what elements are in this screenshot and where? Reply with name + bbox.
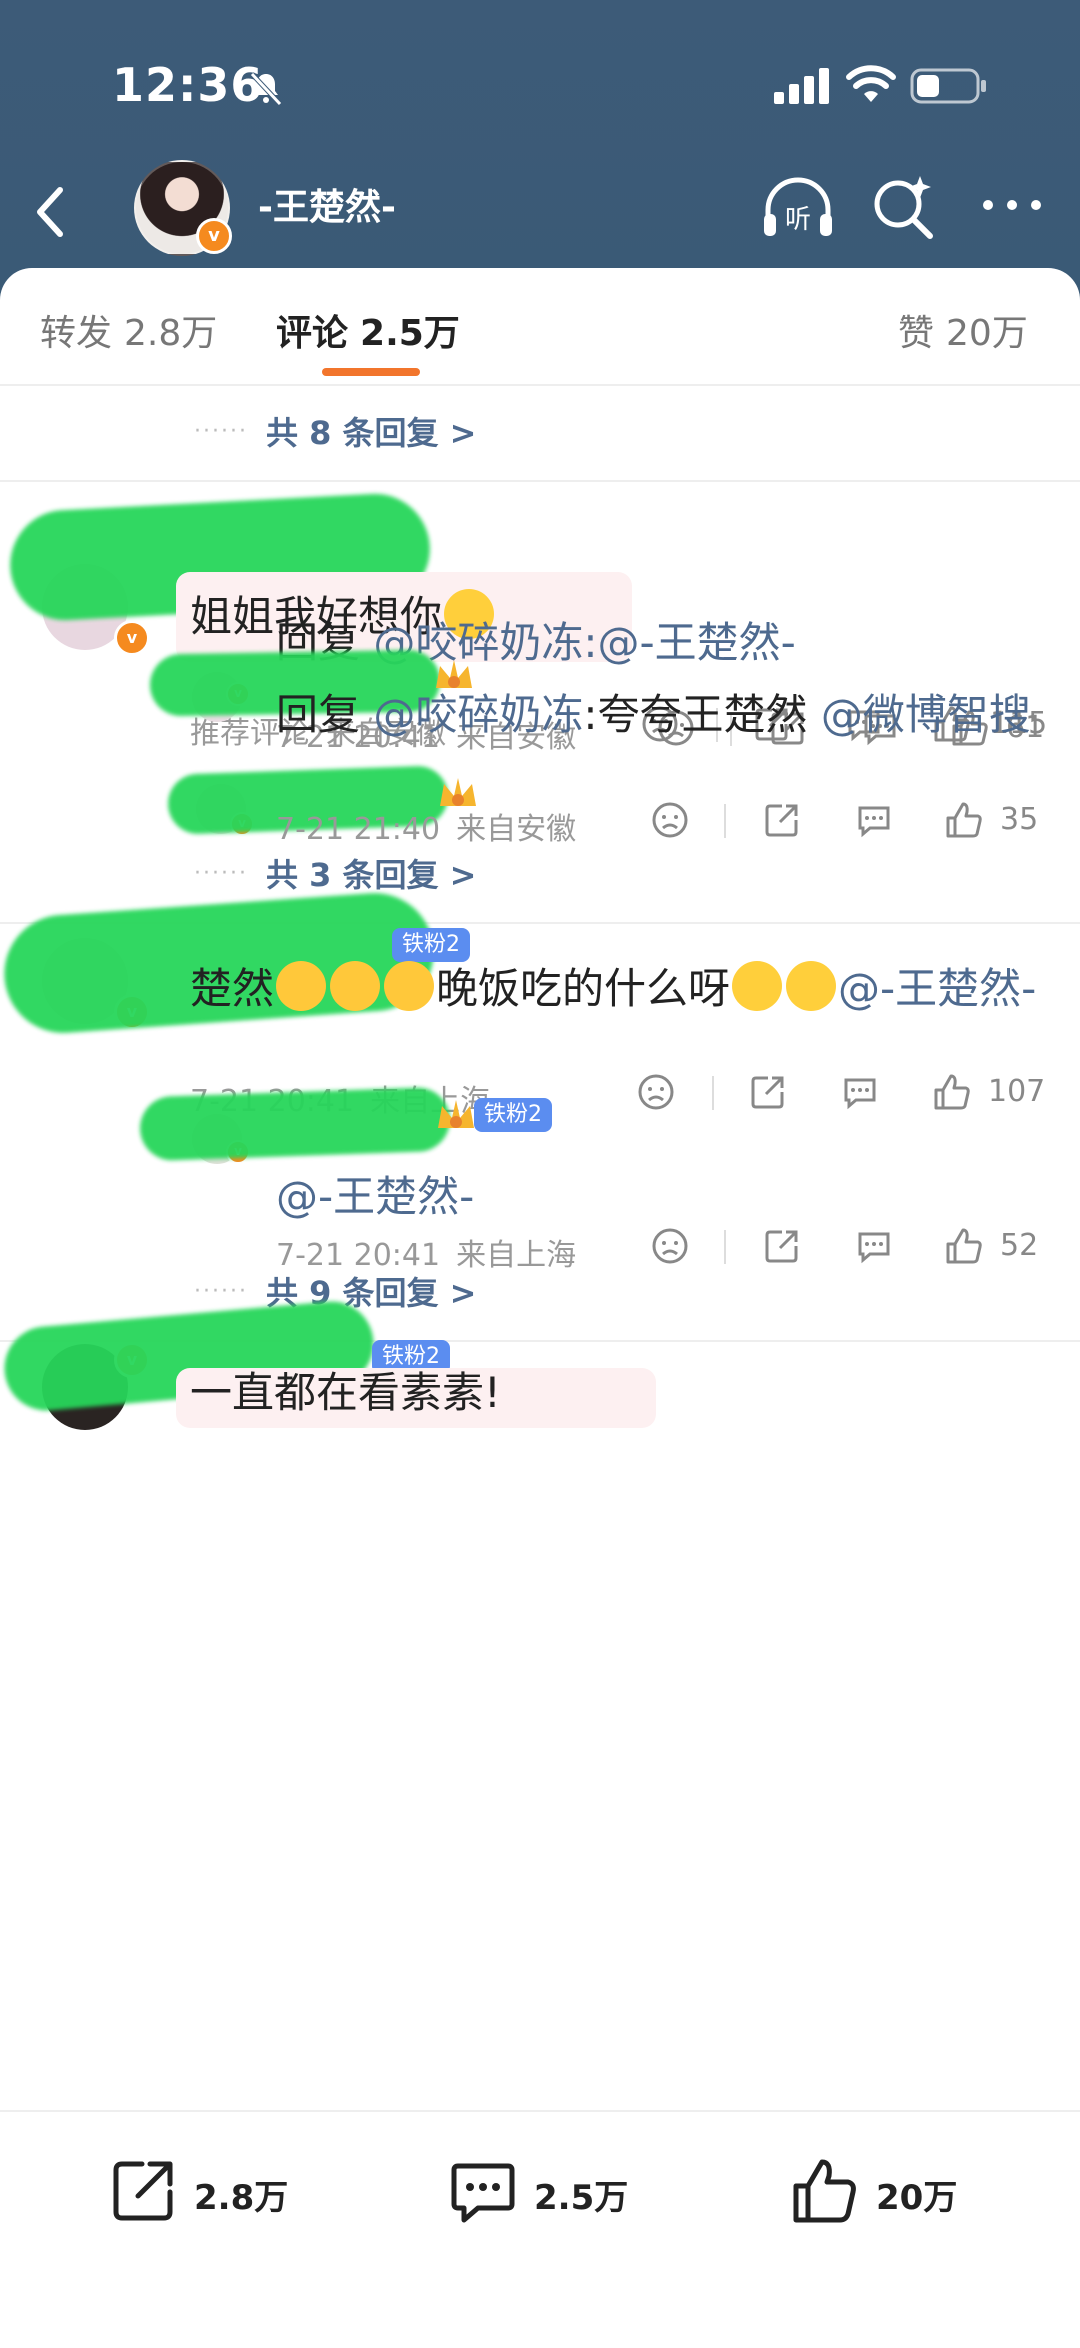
verified-badge-icon: v [196, 218, 232, 254]
mention-link[interactable]: @-王楚然- [276, 1172, 474, 1221]
divider [0, 480, 1080, 482]
dislike-face-icon[interactable] [650, 800, 690, 840]
battery-icon [910, 68, 986, 104]
more-replies-link[interactable]: ······ 共 8 条回复 > [194, 408, 476, 454]
reply-meta: 7-21 21:40 来自安徽 [276, 812, 577, 847]
reply-icon[interactable] [840, 1072, 880, 1112]
status-time: 12:36 [112, 58, 264, 112]
tab-comments-label: 评论 [276, 313, 349, 354]
reply-actions: 35 [650, 800, 1060, 850]
share-icon[interactable] [762, 1226, 802, 1266]
tab-comments[interactable]: 评论 2.5万 [276, 304, 460, 356]
bottom-action-bar: 2.8万 2.5万 20万 [0, 2110, 1080, 2348]
reply-text: 回复 @咬碎奶冻:夸夸王楚然 @微博智搜 [276, 690, 1031, 739]
more-dots-icon[interactable] [980, 190, 1044, 220]
tab-comments-count: 2.5万 [360, 313, 460, 354]
like-thumb-icon [793, 2159, 856, 2223]
more-replies-label: 共 8 条回复 > [265, 414, 477, 452]
page-title[interactable]: -王楚然- [258, 178, 396, 230]
comment-bubble-icon [451, 2163, 515, 2223]
redacted-username [138, 1086, 452, 1162]
like-count: 52 [1000, 1228, 1039, 1263]
like-count: 107 [988, 1074, 1046, 1109]
mention-link[interactable]: @-王楚然- [838, 964, 1036, 1013]
comments-card: 转发 2.8万 评论 2.5万 赞 20万 ······ 共 8 条回复 > v 姐姐我… [0, 268, 1080, 2348]
search-sparkle-icon[interactable] [870, 174, 936, 240]
back-arrow-icon[interactable] [30, 182, 70, 242]
mute-bell-icon [250, 72, 282, 106]
like-thumb-icon[interactable] [932, 1072, 972, 1112]
tab-bar: 转发 2.8万 评论 2.5万 赞 20万 [0, 268, 1080, 386]
tab-repost[interactable]: 转发 2.8万 [40, 304, 217, 356]
comment-text: 楚然 晚饭吃的什么呀 @-王楚然- [190, 954, 1050, 1024]
like-count: 35 [1000, 802, 1039, 837]
tab-repost-count: 2.8万 [124, 313, 218, 354]
comment-text: 一直都在看素素! [190, 1368, 501, 1417]
mention-link[interactable]: @微博智搜 [821, 690, 1031, 739]
tab-repost-label: 转发 [40, 313, 113, 354]
header: 12:36 v -王楚然- 听 [0, 0, 1080, 300]
reply-icon[interactable] [854, 800, 894, 840]
status-bar: 12:36 [0, 0, 1080, 160]
cellular-signal-icon [774, 68, 829, 104]
listen-headphones-icon[interactable]: 听 [760, 172, 836, 242]
like-count: 20万 [876, 2178, 958, 2218]
crying-face-emoji-icon [276, 961, 327, 1011]
nav-bar: v -王楚然- 听 [0, 160, 1080, 270]
verified-badge-icon: v [114, 620, 150, 656]
like-button[interactable]: 20万 [790, 2156, 1010, 2226]
fan-level-badge: 铁粉2 [474, 1098, 552, 1132]
reply-icon[interactable] [854, 1226, 894, 1266]
reply-actions: 52 [650, 1226, 1060, 1276]
dislike-face-icon[interactable] [636, 1072, 676, 1112]
comment-actions: 107 [636, 1072, 1060, 1122]
more-replies-label: 共 3 条回复 > [265, 856, 477, 894]
kissing-face-emoji-icon [786, 961, 837, 1011]
crying-face-emoji-icon [330, 961, 381, 1011]
like-thumb-icon[interactable] [944, 1226, 984, 1266]
repost-icon [113, 2161, 173, 2221]
repost-button[interactable]: 2.8万 [108, 2156, 328, 2226]
kissing-face-emoji-icon [732, 961, 783, 1011]
share-icon[interactable] [762, 800, 802, 840]
reply-text: @-王楚然- [276, 1162, 474, 1232]
comment-count: 2.5万 [534, 2178, 629, 2218]
active-tab-indicator [322, 368, 420, 376]
repost-count: 2.8万 [194, 2178, 289, 2218]
svg-text:听: 听 [785, 205, 811, 235]
crying-face-emoji-icon [384, 961, 435, 1011]
mention-link[interactable]: @咬碎奶冻 [373, 690, 583, 739]
more-replies-link[interactable]: ······ 共 3 条回复 > [194, 850, 476, 896]
share-icon[interactable] [748, 1072, 788, 1112]
like-thumb-icon[interactable] [944, 800, 984, 840]
tab-likes[interactable]: 赞 20万 [898, 304, 1028, 356]
dislike-face-icon[interactable] [650, 1226, 690, 1266]
comment-button[interactable]: 2.5万 [448, 2156, 668, 2226]
wifi-icon [846, 65, 896, 102]
tab-likes-count: 20万 [946, 313, 1028, 354]
crown-badge-icon [438, 1100, 474, 1128]
tab-likes-label: 赞 [898, 313, 935, 354]
